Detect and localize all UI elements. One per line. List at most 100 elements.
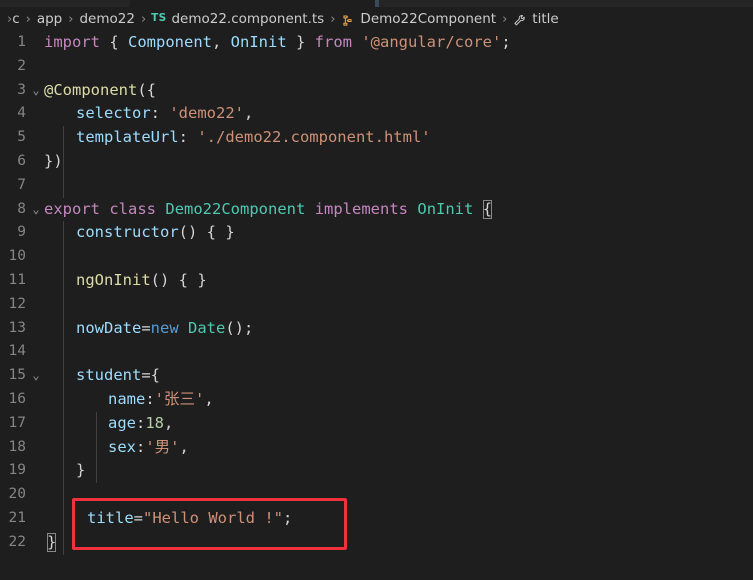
- line-text: }): [44, 150, 63, 174]
- line-number: 14: [8, 343, 26, 360]
- line-number: 1: [17, 34, 26, 50]
- token-punct: ,: [212, 33, 231, 51]
- code-line[interactable]: 16 name:'张三',: [0, 388, 753, 412]
- code-content[interactable]: 1 import { Component, OnInit } from '@an…: [0, 31, 753, 555]
- line-number: 18: [8, 438, 26, 455]
- code-line[interactable]: 21 title="Hello World !";: [0, 507, 753, 531]
- token-property: templateUrl: [76, 128, 179, 147]
- token-operator: ={: [141, 366, 160, 385]
- code-line[interactable]: 12: [0, 293, 753, 317]
- code-line[interactable]: 1 import { Component, OnInit } from '@an…: [0, 31, 753, 55]
- token-punct: ;: [501, 33, 511, 51]
- code-line[interactable]: 19 }: [0, 459, 753, 483]
- token-punct: :: [178, 128, 198, 147]
- line-text: }: [47, 531, 57, 555]
- line-text: age:18,: [108, 412, 173, 436]
- code-line[interactable]: 18 sex:'男',: [0, 436, 753, 460]
- code-line[interactable]: 13 nowDate=new Date();: [0, 317, 753, 341]
- breadcrumb-separator: ›: [25, 11, 31, 27]
- active-editor-tab[interactable]: [130, 0, 375, 7]
- line-number: 12: [8, 295, 26, 312]
- fold-chevron-down-icon[interactable]: ⌄: [29, 364, 43, 388]
- token-operator: =: [141, 318, 151, 337]
- line-number: 17: [8, 414, 26, 431]
- code-line[interactable]: 10: [0, 245, 753, 269]
- breadcrumb-item-demo22[interactable]: demo22: [78, 11, 135, 27]
- token-bracket-match: {: [482, 199, 493, 219]
- breadcrumb-item-symbol[interactable]: title: [531, 11, 559, 27]
- line-number: 21: [8, 509, 26, 526]
- code-line[interactable]: 7: [0, 174, 753, 198]
- code-line[interactable]: 5 templateUrl: './demo22.component.html': [0, 126, 753, 150]
- property-symbol-icon: [512, 13, 527, 28]
- fold-chevron-down-icon[interactable]: ⌄: [29, 198, 43, 222]
- token-punct: { }: [169, 270, 207, 289]
- code-line[interactable]: 6 }): [0, 150, 753, 174]
- token-string: '张三': [154, 389, 205, 408]
- breadcrumb: › c › app › demo22 › TS demo22.component…: [0, 7, 753, 31]
- line-number: 19: [8, 462, 26, 479]
- token-number: 18: [145, 413, 165, 432]
- line-number: 8: [17, 200, 26, 217]
- token-bracket-match: }: [47, 532, 57, 552]
- breadcrumb-item-app[interactable]: app: [36, 11, 63, 27]
- token-property: nowDate: [76, 318, 142, 337]
- line-text: sex:'男',: [108, 436, 189, 460]
- code-line[interactable]: 22 }: [0, 531, 753, 555]
- token-keyword: from: [314, 33, 352, 51]
- token-punct: ,: [204, 389, 214, 408]
- code-line[interactable]: 11 ngOnInit() { }: [0, 269, 753, 293]
- line-number: 6: [17, 152, 26, 169]
- token-punct: :: [150, 104, 170, 123]
- code-line[interactable]: 17 age:18,: [0, 412, 753, 436]
- token-punct: ;: [283, 508, 293, 527]
- token-string: './demo22.component.html': [197, 128, 431, 147]
- code-line[interactable]: 9 constructor() { }: [0, 221, 753, 245]
- code-line[interactable]: 8 ⌄ export class Demo22Component impleme…: [0, 198, 753, 222]
- breadcrumb-item-class[interactable]: Demo22Component: [359, 11, 497, 27]
- line-text: student={: [76, 364, 160, 388]
- token-punct: (): [150, 270, 170, 289]
- token-decorator: @Component: [44, 80, 138, 99]
- token-identifier: OnInit: [230, 33, 287, 51]
- token-punct: {: [100, 33, 128, 51]
- token-string: "Hello World !": [143, 508, 283, 527]
- breadcrumb-separator: ›: [140, 11, 147, 27]
- breadcrumb-item-file[interactable]: demo22.component.ts: [170, 11, 325, 27]
- line-number: 9: [17, 224, 26, 241]
- breadcrumb-item-src[interactable]: c: [11, 11, 20, 27]
- breadcrumb-separator: ›: [330, 11, 336, 27]
- token-interface: OnInit: [417, 199, 474, 218]
- line-number: 11: [8, 271, 26, 288]
- token-method: constructor: [76, 223, 179, 242]
- token-punct: }: [76, 461, 86, 480]
- token-punct: ,: [164, 413, 174, 432]
- code-line[interactable]: 20: [0, 483, 753, 507]
- line-number: 10: [8, 248, 26, 265]
- line-text: }: [76, 459, 85, 483]
- line-text: nowDate=new Date();: [76, 317, 253, 341]
- token-type: Date: [188, 318, 226, 337]
- code-line[interactable]: 15 ⌄ student={: [0, 364, 753, 388]
- code-line[interactable]: 3 ⌄ @Component({: [0, 79, 753, 103]
- line-number: 7: [17, 176, 26, 193]
- editor-tab-bar: [0, 0, 753, 7]
- token-operator: =: [133, 508, 144, 527]
- code-line[interactable]: 4 selector: 'demo22',: [0, 102, 753, 126]
- code-line[interactable]: 14: [0, 340, 753, 364]
- token-punct: ,: [179, 437, 189, 456]
- line-text: constructor() { }: [76, 221, 235, 245]
- token-class-name: Demo22Component: [165, 199, 306, 218]
- line-text: import { Component, OnInit } from '@angu…: [44, 31, 511, 55]
- token-punct: :: [136, 437, 146, 456]
- token-keyword: class: [109, 199, 157, 218]
- line-number: 5: [17, 129, 26, 146]
- token-keyword: import: [44, 33, 100, 51]
- code-editor[interactable]: 1 import { Component, OnInit } from '@an…: [0, 31, 753, 580]
- breadcrumb-separator: ›: [68, 11, 74, 27]
- code-line[interactable]: 2: [0, 55, 753, 79]
- line-number: 4: [17, 105, 26, 122]
- token-punct: :: [136, 413, 146, 432]
- fold-chevron-down-icon[interactable]: ⌄: [29, 79, 43, 103]
